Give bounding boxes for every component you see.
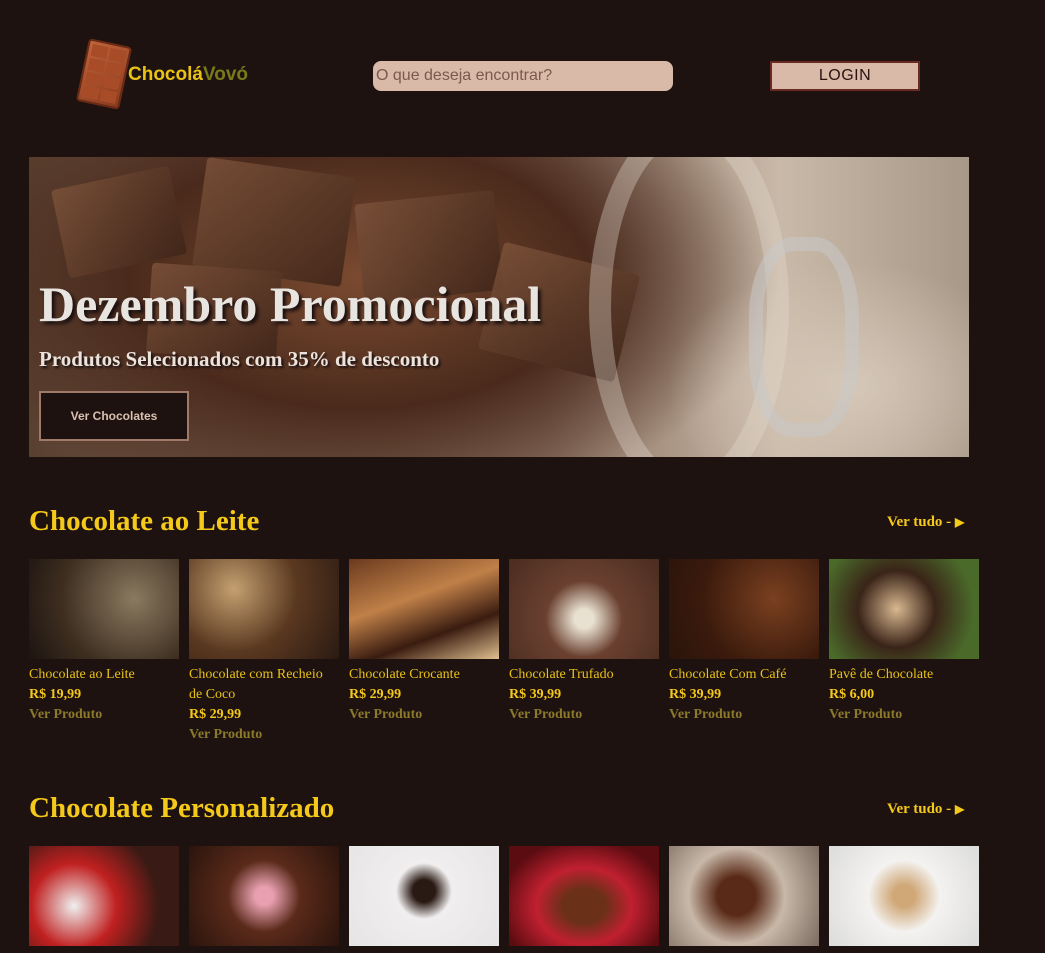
logo-text: ChocoláVovó <box>128 64 248 86</box>
product-image[interactable] <box>669 559 819 659</box>
product-row-custom-chocolate <box>29 846 979 946</box>
product-row-milk-chocolate: Chocolate ao Leite R$ 19,99 Ver Produto … <box>29 559 979 745</box>
view-product-link[interactable]: Ver Produto <box>189 725 339 745</box>
product-card[interactable] <box>829 846 979 946</box>
site-header: ChocoláVovó LOGIN <box>0 0 1045 140</box>
product-name[interactable]: Chocolate ao Leite <box>29 665 179 685</box>
product-name[interactable]: Chocolate Trufado <box>509 665 659 685</box>
view-product-link[interactable]: Ver Produto <box>509 705 659 725</box>
product-price: R$ 19,99 <box>29 687 82 702</box>
product-card[interactable] <box>669 846 819 946</box>
product-price: R$ 39,99 <box>509 687 562 702</box>
promo-banner: Dezembro Promocional Produtos Selecionad… <box>29 157 969 457</box>
product-card[interactable] <box>509 846 659 946</box>
product-price: R$ 29,99 <box>349 687 402 702</box>
product-card[interactable] <box>29 846 179 946</box>
arrow-right-icon: ▶ <box>954 802 965 816</box>
arrow-right-icon: ▶ <box>954 515 965 529</box>
section-title-milk-chocolate: Chocolate ao Leite <box>29 505 260 537</box>
view-product-link[interactable]: Ver Produto <box>29 705 179 725</box>
product-image[interactable] <box>669 846 819 946</box>
see-all-label: Ver tudo - <box>887 514 952 530</box>
view-product-link[interactable]: Ver Produto <box>349 705 499 725</box>
product-card[interactable]: Chocolate Crocante R$ 29,99 Ver Produto <box>349 559 499 745</box>
product-card[interactable] <box>349 846 499 946</box>
product-price: R$ 29,99 <box>189 707 242 722</box>
logo-text-part1: Chocolá <box>128 64 203 85</box>
view-product-link[interactable]: Ver Produto <box>669 705 819 725</box>
product-card[interactable]: Chocolate com Recheio de Coco R$ 29,99 V… <box>189 559 339 745</box>
logo-text-part2: Vovó <box>202 64 248 85</box>
chocolate-bar-icon <box>75 38 133 110</box>
product-name[interactable]: Chocolate Crocante <box>349 665 499 685</box>
product-card[interactable]: Chocolate Com Café R$ 39,99 Ver Produto <box>669 559 819 745</box>
section-title-custom-chocolate: Chocolate Personalizado <box>29 792 335 824</box>
product-image[interactable] <box>349 559 499 659</box>
product-image[interactable] <box>509 846 659 946</box>
product-name[interactable]: Chocolate Com Café <box>669 665 819 685</box>
search-input[interactable] <box>373 61 673 91</box>
product-image[interactable] <box>189 559 339 659</box>
product-image[interactable] <box>829 559 979 659</box>
product-card[interactable]: Pavê de Chocolate R$ 6,00 Ver Produto <box>829 559 979 745</box>
banner-chocolate-chunk <box>50 165 188 279</box>
view-chocolates-button[interactable]: Ver Chocolates <box>39 391 189 441</box>
see-all-link-milk-chocolate[interactable]: Ver tudo - ▶ <box>887 514 964 531</box>
product-image[interactable] <box>829 846 979 946</box>
site-logo[interactable]: ChocoláVovó <box>75 38 248 110</box>
product-image[interactable] <box>29 559 179 659</box>
login-button[interactable]: LOGIN <box>770 61 920 91</box>
see-all-label: Ver tudo - <box>887 801 952 817</box>
product-image[interactable] <box>509 559 659 659</box>
banner-jar-handle <box>749 237 859 437</box>
banner-title: Dezembro Promocional <box>39 276 542 332</box>
banner-subtitle: Produtos Selecionados com 35% de descont… <box>39 347 440 371</box>
product-image[interactable] <box>349 846 499 946</box>
product-image[interactable] <box>189 846 339 946</box>
product-price: R$ 39,99 <box>669 687 722 702</box>
product-card[interactable] <box>189 846 339 946</box>
product-card[interactable]: Chocolate Trufado R$ 39,99 Ver Produto <box>509 559 659 745</box>
view-product-link[interactable]: Ver Produto <box>829 705 979 725</box>
product-name[interactable]: Chocolate com Recheio de Coco <box>189 665 339 705</box>
product-card[interactable]: Chocolate ao Leite R$ 19,99 Ver Produto <box>29 559 179 745</box>
product-price: R$ 6,00 <box>829 687 875 702</box>
see-all-link-custom-chocolate[interactable]: Ver tudo - ▶ <box>887 801 964 818</box>
product-image[interactable] <box>29 846 179 946</box>
product-name[interactable]: Pavê de Chocolate <box>829 665 979 685</box>
